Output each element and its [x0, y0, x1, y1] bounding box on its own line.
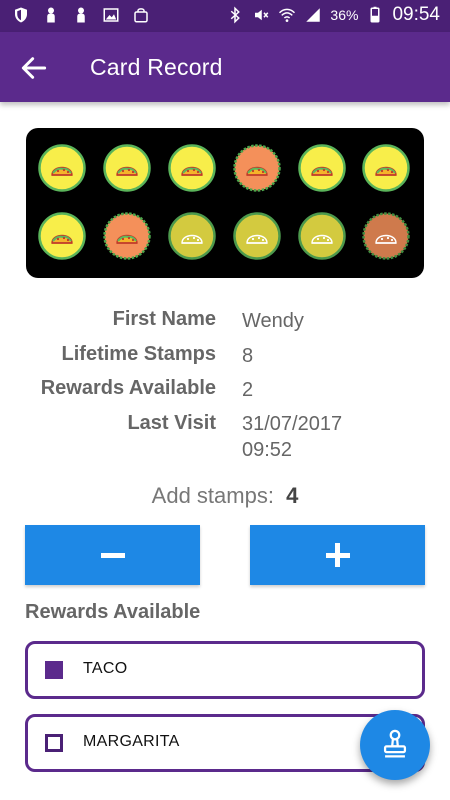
taco-icon	[362, 144, 410, 192]
stamp-slot[interactable]	[38, 144, 86, 192]
person-icon	[77, 7, 85, 23]
back-arrow-icon	[21, 57, 47, 79]
plus-icon	[325, 543, 350, 567]
page-title: Card Record	[90, 54, 223, 80]
taco-icon	[298, 212, 346, 260]
shield-icon	[15, 7, 27, 23]
stamp-slot[interactable]	[298, 144, 346, 192]
taco-icon	[168, 144, 216, 192]
rewards-available-value: 2	[242, 379, 254, 401]
reward-label: MARGARITA	[83, 733, 180, 750]
rewards-section-title: Rewards Available	[25, 601, 201, 623]
signal-icon	[306, 8, 321, 22]
decrement-stamps-button[interactable]	[25, 525, 200, 585]
stamp-slot[interactable]	[168, 212, 216, 260]
taco-icon	[168, 212, 216, 260]
reward-checkbox[interactable]	[45, 661, 63, 679]
taco-icon	[103, 212, 151, 260]
battery-percent: 36%	[330, 7, 359, 23]
stamp-slot[interactable]	[362, 212, 410, 260]
stamp-slot[interactable]	[362, 144, 410, 192]
reward-label: TACO	[83, 660, 128, 677]
taco-icon	[298, 144, 346, 192]
first-name-value: Wendy	[242, 310, 304, 332]
battery-icon	[370, 6, 380, 23]
stamp-icon	[383, 729, 407, 758]
add-stamps-label: Add stamps:	[151, 483, 274, 508]
back-button[interactable]	[18, 52, 50, 84]
stamp-slot[interactable]	[103, 144, 151, 192]
stamp-fab-button[interactable]	[360, 710, 430, 780]
stamp-slot[interactable]	[233, 212, 281, 260]
stamp-slot[interactable]	[103, 212, 151, 260]
person-icon	[47, 7, 55, 23]
add-stamps-row: Add stamps: 4	[0, 483, 450, 509]
lifetime-stamps-value: 8	[242, 345, 254, 367]
mute-icon	[255, 9, 269, 21]
last-visit-label: Last Visit	[127, 412, 216, 434]
stamp-slot[interactable]	[38, 212, 86, 260]
status-bar: 36% 09:54	[0, 0, 450, 32]
app-bar: Card Record	[0, 32, 450, 102]
stamp-slot[interactable]	[233, 144, 281, 192]
reward-item-taco[interactable]: TACO	[25, 641, 425, 699]
bag-icon	[134, 8, 148, 23]
last-visit-value: 31/07/2017 09:52	[242, 413, 343, 461]
taco-icon	[233, 212, 281, 260]
taco-icon	[38, 212, 86, 260]
stamp-card	[26, 128, 424, 278]
rewards-available-label: Rewards Available	[40, 377, 216, 399]
stamp-slot[interactable]	[298, 212, 346, 260]
reward-checkbox[interactable]	[45, 734, 63, 752]
taco-icon	[233, 144, 281, 192]
taco-icon	[103, 144, 151, 192]
image-icon	[103, 8, 119, 22]
stamp-slot[interactable]	[168, 144, 216, 192]
increment-stamps-button[interactable]	[250, 525, 425, 585]
first-name-label: First Name	[112, 308, 216, 330]
lifetime-stamps-label: Lifetime Stamps	[61, 343, 216, 365]
taco-icon	[38, 144, 86, 192]
wifi-icon	[279, 8, 296, 22]
clock: 09:54	[392, 4, 440, 25]
taco-icon	[362, 212, 410, 260]
minus-icon	[100, 552, 125, 558]
add-stamps-count: 4	[286, 483, 299, 508]
bluetooth-icon	[231, 6, 241, 24]
